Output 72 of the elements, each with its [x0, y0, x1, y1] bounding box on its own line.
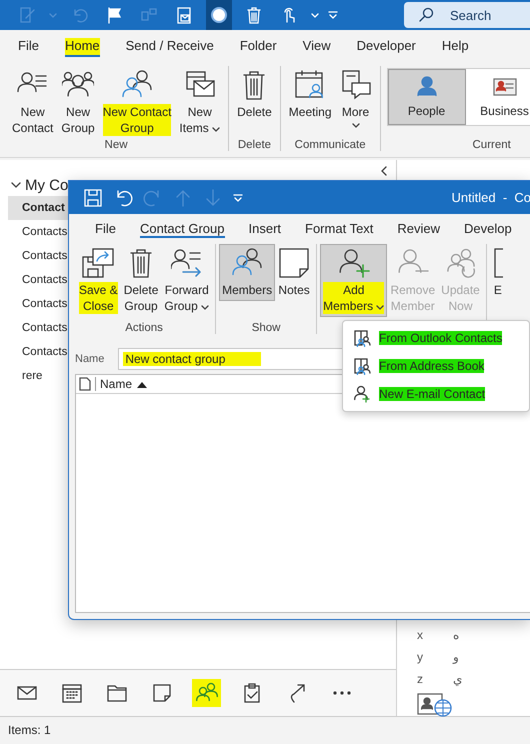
ribbon-tab[interactable]: Develop — [452, 218, 524, 240]
address-book-icon — [353, 357, 371, 375]
note-icon — [278, 247, 310, 279]
index-letter[interactable]: y — [417, 650, 453, 664]
caret-icon — [49, 12, 57, 18]
person-plus-icon — [336, 247, 371, 279]
group-label: Communicate — [294, 139, 366, 151]
search-field[interactable]: Search — [404, 2, 530, 28]
customize-icon[interactable] — [328, 11, 338, 19]
index-letter[interactable]: z — [417, 672, 453, 686]
index-letter[interactable]: و — [453, 650, 459, 664]
caret-icon — [376, 305, 384, 310]
index-letter[interactable]: ي — [453, 672, 462, 686]
document-chat-icon — [340, 69, 372, 101]
group-label: Delete — [238, 139, 272, 151]
ribbon-button[interactable]: More — [336, 66, 376, 131]
form-envelope-icon[interactable] — [175, 6, 193, 24]
ribbon-button[interactable]: New Contact — [8, 66, 58, 139]
field-label: Name — [75, 353, 104, 365]
ribbon-button[interactable]: Add Members — [320, 244, 388, 317]
collapse-icon[interactable] — [380, 166, 388, 176]
ribbon-button[interactable]: E — [490, 244, 506, 301]
group-label: Actions — [125, 322, 163, 334]
caret-icon — [212, 127, 220, 132]
view-option[interactable]: People — [388, 69, 466, 125]
view-option[interactable]: Business — [466, 69, 530, 125]
menu-item[interactable]: New E-mail Contact — [343, 380, 529, 408]
column-header[interactable]: Name — [95, 377, 152, 391]
ribbon-button[interactable]: New Items — [175, 66, 224, 139]
customize-icon[interactable] — [233, 194, 243, 202]
ribbon-button[interactable]: Save & Close — [76, 244, 121, 317]
ribbon-tab[interactable]: Format Text — [293, 218, 386, 240]
person-plus-icon — [353, 385, 371, 403]
ribbon-button[interactable]: New Group — [57, 66, 99, 139]
ribbon-button[interactable]: Forward Group — [161, 244, 212, 317]
caret-icon — [311, 12, 319, 18]
ribbon-tab[interactable]: File — [8, 34, 49, 58]
person-arrow-icon — [170, 247, 203, 279]
contact-card-icon[interactable] — [417, 692, 453, 718]
address-book-icon — [353, 329, 371, 347]
ribbon-button[interactable]: Meeting — [284, 66, 336, 123]
circle-icon[interactable] — [210, 6, 228, 24]
sort-ascending-icon — [137, 380, 148, 388]
ribbon-tab[interactable]: Folder — [230, 34, 287, 58]
ribbon-tab[interactable]: View — [292, 34, 341, 58]
ribbon-button[interactable]: Delete — [233, 66, 276, 123]
ribbon-tab[interactable]: Send / Receive — [116, 34, 224, 58]
search-icon — [418, 7, 434, 23]
people-icon[interactable] — [194, 682, 220, 704]
save-icon[interactable] — [83, 188, 103, 208]
caret-icon — [201, 305, 210, 310]
group-label: Show — [252, 322, 280, 334]
ribbon-tab[interactable]: Developer — [346, 34, 426, 58]
index-letter[interactable]: x — [417, 628, 453, 642]
caret-icon — [352, 123, 360, 128]
folder-header[interactable]: My Co — [0, 174, 396, 196]
ribbon-button[interactable]: Delete Group — [120, 244, 162, 317]
trash-icon[interactable] — [245, 6, 263, 24]
ribbon-button[interactable]: Members — [219, 244, 276, 301]
index-letter[interactable]: ه — [453, 628, 459, 642]
save-icon — [81, 247, 116, 279]
ribbon-tab[interactable]: Help — [432, 34, 479, 58]
status-text: Items: 1 — [8, 723, 51, 737]
ribbon-tab[interactable]: Contact Group — [128, 218, 236, 240]
note-icon[interactable] — [150, 682, 172, 704]
calendar-icon[interactable] — [60, 682, 82, 704]
ribbon-button[interactable]: Notes — [275, 244, 314, 301]
ribbon-tab[interactable]: Insert — [236, 218, 294, 240]
ribbon-tab[interactable]: Review — [385, 218, 452, 240]
group-label: New — [104, 139, 128, 151]
ribbon-tab[interactable]: File — [83, 218, 128, 240]
group-label: Current — [472, 139, 511, 151]
